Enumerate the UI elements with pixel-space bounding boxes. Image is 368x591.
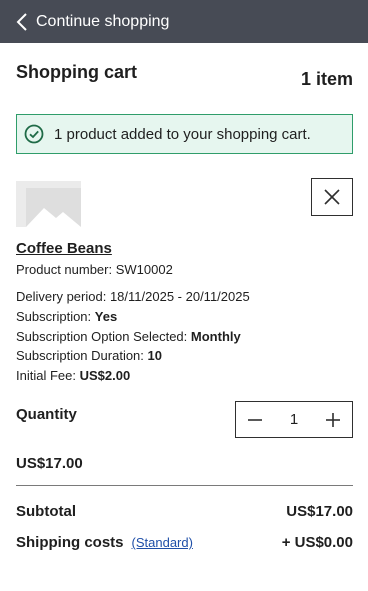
product-number-label: Product number: — [16, 262, 113, 277]
subscription-label: Subscription: — [16, 309, 92, 324]
subtotal-value: US$17.00 — [286, 503, 353, 520]
shipping-label: Shipping costs — [16, 534, 124, 551]
initial-fee: Initial Fee: US$2.00 — [16, 368, 130, 383]
subscription-option-value: Monthly — [190, 329, 241, 344]
subscription-value: Yes — [94, 309, 118, 324]
subscription-option: Subscription Option Selected: Monthly — [16, 329, 241, 344]
subtotal-row: Subtotal US$17.00 — [16, 503, 353, 520]
quantity-label: Quantity — [16, 406, 77, 423]
shipping-method-link[interactable]: (Standard) — [132, 535, 193, 550]
remove-item-button[interactable] — [311, 178, 353, 216]
delivery-period: Delivery period: 18/11/2025 - 20/11/2025 — [16, 289, 250, 304]
alert-message: 1 product added to your shopping cart. — [54, 125, 311, 143]
product-number: Product number: SW10002 — [16, 262, 173, 277]
subscription: Subscription: Yes — [16, 309, 117, 324]
minus-icon — [248, 418, 262, 421]
product-name-link[interactable]: Coffee Beans — [16, 240, 112, 257]
chevron-left-icon — [16, 12, 27, 31]
cart-header: Shopping cart 1 item — [16, 62, 353, 89]
quantity-input[interactable] — [279, 411, 309, 428]
image-placeholder-icon — [16, 181, 81, 227]
continue-shopping-label: Continue shopping — [36, 12, 170, 30]
shipping-value: + US$0.00 — [281, 534, 353, 551]
summary-divider — [16, 485, 353, 486]
subscription-option-label: Subscription Option Selected: — [16, 329, 188, 344]
decrease-quantity-button[interactable] — [244, 409, 266, 431]
close-icon — [324, 189, 340, 205]
check-circle-icon — [24, 124, 44, 144]
delivery-period-value: 18/11/2025 - 20/11/2025 — [109, 289, 250, 304]
continue-shopping-link[interactable]: Continue shopping — [0, 0, 368, 43]
plus-icon — [326, 412, 340, 427]
delivery-period-label: Delivery period: — [16, 289, 107, 304]
initial-fee-value: US$2.00 — [79, 368, 131, 383]
subscription-duration-value: 10 — [147, 348, 162, 363]
initial-fee-label: Initial Fee: — [16, 368, 76, 383]
subtotal-label: Subtotal — [16, 503, 76, 520]
quantity-stepper — [235, 401, 353, 438]
product-number-value: SW10002 — [115, 262, 173, 277]
shipping-left: Shipping costs (Standard) — [16, 534, 193, 551]
increase-quantity-button[interactable] — [322, 409, 344, 431]
subscription-duration-label: Subscription Duration: — [16, 348, 144, 363]
subscription-duration: Subscription Duration: 10 — [16, 348, 162, 363]
shipping-row: Shipping costs (Standard) + US$0.00 — [16, 534, 353, 551]
success-alert: 1 product added to your shopping cart. — [16, 114, 353, 154]
page-title: Shopping cart — [16, 62, 137, 82]
line-item-price: US$17.00 — [16, 455, 83, 472]
item-count: 1 item — [300, 69, 353, 89]
